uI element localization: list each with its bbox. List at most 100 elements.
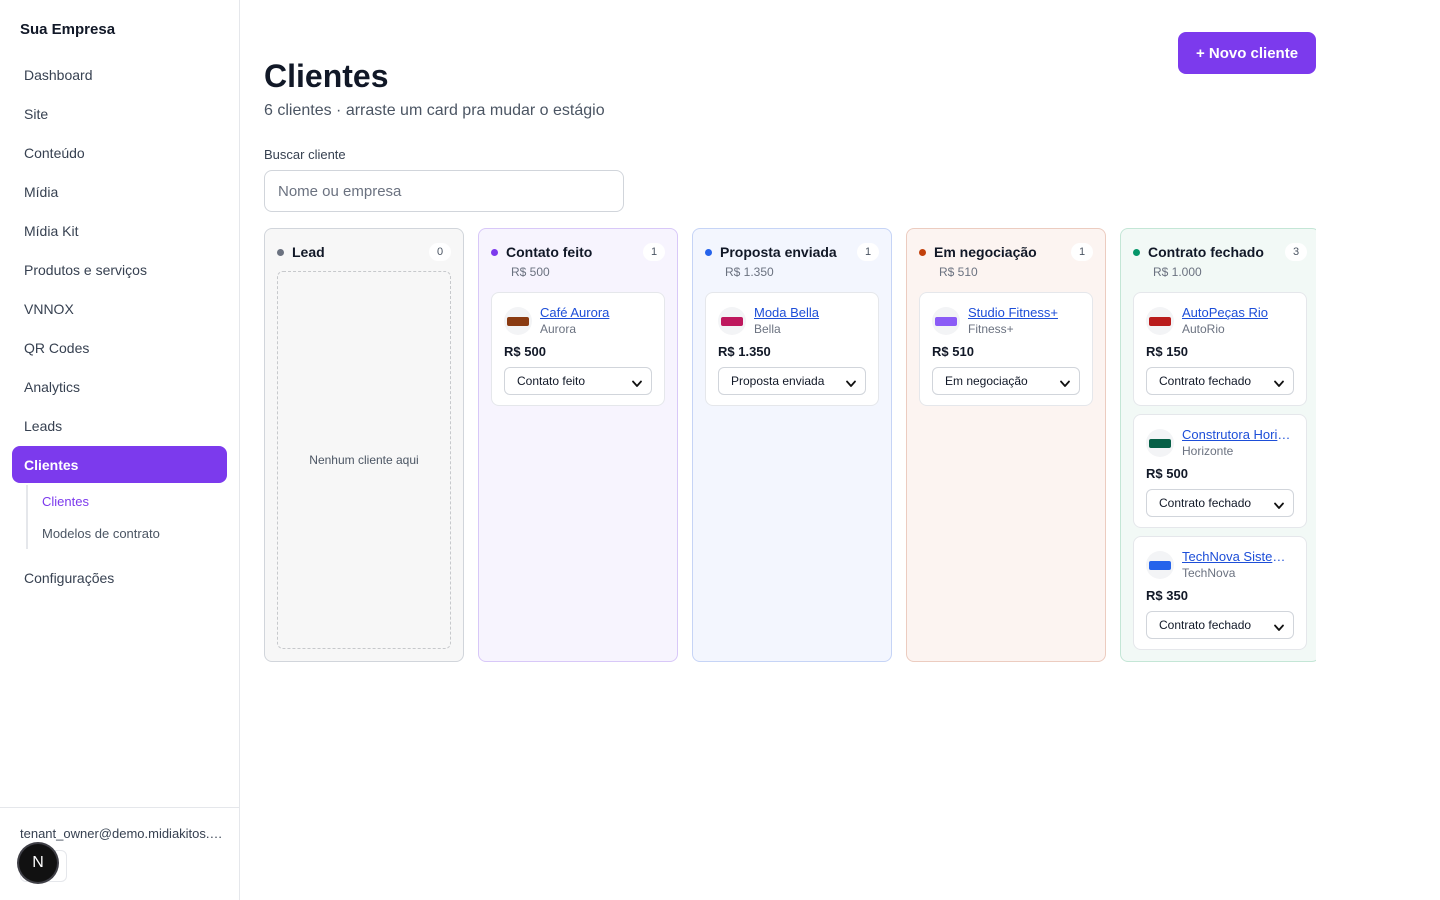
client-name-link[interactable]: AutoPeças Rio [1182, 305, 1296, 320]
sidebar: Sua Empresa Dashboard Site Conteúdo Mídi… [0, 0, 240, 900]
brand-name: Sua Empresa [20, 21, 116, 38]
column-count-badge: 1 [1071, 243, 1093, 261]
clientes-subnav: Clientes Modelos de contrato [26, 485, 227, 549]
subnav-item-modelos-contrato[interactable]: Modelos de contrato [42, 517, 227, 549]
chevron-down-icon [1274, 499, 1284, 513]
client-logo [1146, 429, 1174, 457]
client-company: Aurora [540, 322, 577, 336]
sidebar-item-configuracoes[interactable]: Configurações [12, 559, 227, 596]
client-logo-mark [935, 316, 957, 326]
sidebar-nav: Dashboard Site Conteúdo Mídia Mídia Kit … [12, 56, 227, 598]
chevron-down-icon [1274, 377, 1284, 391]
client-card[interactable]: Café Aurora Aurora R$ 500 Contato feito [491, 292, 665, 406]
stage-select-value: Contato feito [517, 374, 586, 388]
user-email: tenant_owner@demo.midiakitos.com [20, 826, 225, 841]
kanban-column: Contato feito 1 R$ 500 Café Aurora Aurora R$ … [478, 228, 678, 662]
stage-select-value: Proposta enviada [731, 374, 825, 388]
stage-select[interactable]: Contrato fechado [1146, 489, 1294, 517]
sidebar-footer: tenant_owner@demo.midiakitos.com N [0, 807, 239, 900]
client-value: R$ 500 [1146, 466, 1188, 481]
kanban-board: Lead 0 Nenhum cliente aqui Contato feito 1 R$… [264, 228, 1316, 664]
client-company: Horizonte [1182, 444, 1234, 458]
client-company: AutoRio [1182, 322, 1225, 336]
sidebar-item-site[interactable]: Site [12, 95, 227, 132]
page-subtitle: 6 clientes · arraste um card pra mudar o… [264, 102, 605, 119]
column-status-dot [491, 248, 498, 256]
sidebar-item-analytics[interactable]: Analytics [12, 368, 227, 405]
stage-select[interactable]: Contrato fechado [1146, 611, 1294, 639]
kanban-column: Lead 0 Nenhum cliente aqui [264, 228, 464, 662]
stage-select[interactable]: Em negociação [932, 367, 1080, 395]
column-title: Contato feito [506, 244, 593, 260]
stage-select-value: Contrato fechado [1159, 496, 1252, 510]
stage-select[interactable]: Contato feito [504, 367, 652, 395]
client-logo [932, 307, 960, 335]
column-header: Contato feito 1 [491, 243, 665, 261]
column-total: R$ 1.350 [725, 265, 774, 279]
empty-dropzone[interactable]: Nenhum cliente aqui [277, 271, 451, 649]
client-card[interactable]: Studio Fitness+ Fitness+ R$ 510 Em negociaç… [919, 292, 1093, 406]
client-name-link[interactable]: Construtora Horizonte [1182, 427, 1296, 442]
dev-tools-badge[interactable]: N [19, 844, 57, 882]
client-name-link[interactable]: Café Aurora [540, 305, 654, 320]
kanban-column: Proposta enviada 1 R$ 1.350 Moda Bella Bella… [692, 228, 892, 662]
kanban-column: Contrato fechado 3 R$ 1.000 AutoPeças Rio Au… [1120, 228, 1316, 662]
client-card[interactable]: AutoPeças Rio AutoRio R$ 150 Contrato fecha… [1133, 292, 1307, 406]
stage-select[interactable]: Contrato fechado [1146, 367, 1294, 395]
client-name-link[interactable]: TechNova Sistemas [1182, 549, 1296, 564]
client-company: TechNova [1182, 566, 1236, 580]
client-logo-mark [1149, 438, 1171, 448]
sidebar-item-leads[interactable]: Leads [12, 407, 227, 444]
sidebar-item-midia-kit[interactable]: Mídia Kit [12, 212, 227, 249]
sidebar-item-clientes[interactable]: Clientes [12, 446, 227, 483]
column-status-dot [277, 248, 284, 256]
sidebar-item-midia[interactable]: Mídia [12, 173, 227, 210]
search-input[interactable] [264, 170, 624, 212]
stage-select[interactable]: Proposta enviada [718, 367, 866, 395]
column-total: R$ 510 [939, 265, 978, 279]
column-total: R$ 1.000 [1153, 265, 1202, 279]
client-logo-mark [507, 316, 529, 326]
page-title: Clientes [264, 58, 389, 94]
sidebar-item-dashboard[interactable]: Dashboard [12, 56, 227, 93]
kanban-column: Em negociação 1 R$ 510 Studio Fitness+ Fitne… [906, 228, 1106, 662]
new-client-button[interactable]: + Novo cliente [1178, 32, 1316, 74]
column-count-badge: 0 [429, 243, 451, 261]
client-value: R$ 500 [504, 344, 546, 359]
search-label: Buscar cliente [264, 147, 346, 162]
sidebar-item-vnnox[interactable]: VNNOX [12, 290, 227, 327]
column-title: Em negociação [934, 244, 1037, 260]
client-logo [504, 307, 532, 335]
sidebar-item-conteudo[interactable]: Conteúdo [12, 134, 227, 171]
client-value: R$ 350 [1146, 588, 1188, 603]
client-name-link[interactable]: Studio Fitness+ [968, 305, 1082, 320]
client-card[interactable]: Construtora Horizonte Horizonte R$ 500 Cont… [1133, 414, 1307, 528]
stage-select-value: Em negociação [945, 374, 1028, 388]
column-header: Proposta enviada 1 [705, 243, 879, 261]
stage-select-value: Contrato fechado [1159, 374, 1252, 388]
chevron-down-icon [632, 377, 642, 391]
client-logo [718, 307, 746, 335]
client-card[interactable]: TechNova Sistemas TechNova R$ 350 Contrato … [1133, 536, 1307, 650]
column-title: Contrato fechado [1148, 244, 1264, 260]
sidebar-item-qr-codes[interactable]: QR Codes [12, 329, 227, 366]
column-title: Proposta enviada [720, 244, 837, 260]
sidebar-item-produtos-servicos[interactable]: Produtos e serviços [12, 251, 227, 288]
client-company: Fitness+ [968, 322, 1014, 336]
column-total: R$ 500 [511, 265, 550, 279]
client-company: Bella [754, 322, 781, 336]
client-logo-mark [1149, 316, 1171, 326]
stage-select-value: Contrato fechado [1159, 618, 1252, 632]
client-name-link[interactable]: Moda Bella [754, 305, 868, 320]
client-logo [1146, 307, 1174, 335]
column-count-badge: 1 [857, 243, 879, 261]
chevron-down-icon [1060, 377, 1070, 391]
column-count-badge: 1 [643, 243, 665, 261]
client-value: R$ 150 [1146, 344, 1188, 359]
client-logo-mark [721, 316, 743, 326]
client-value: R$ 510 [932, 344, 974, 359]
subnav-item-clientes[interactable]: Clientes [42, 485, 227, 517]
client-card[interactable]: Moda Bella Bella R$ 1.350 Proposta enviada [705, 292, 879, 406]
column-status-dot [1133, 248, 1140, 256]
column-count-badge: 3 [1285, 243, 1307, 261]
